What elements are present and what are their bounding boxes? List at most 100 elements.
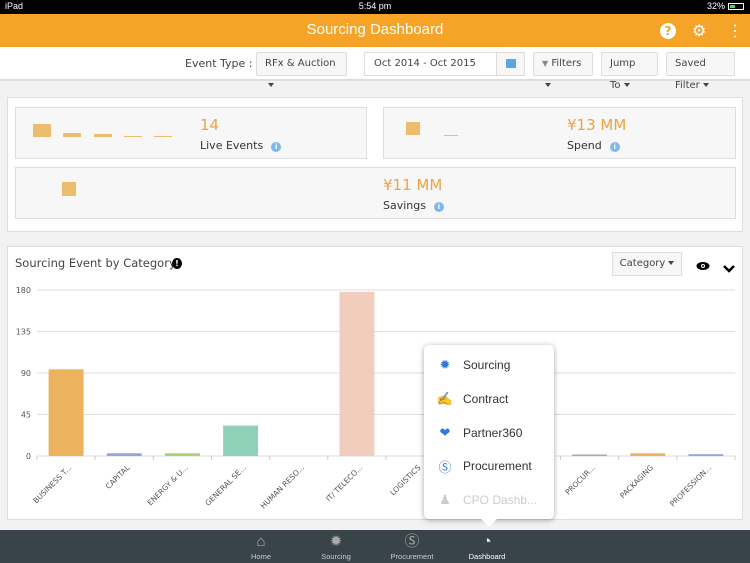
bar	[48, 369, 84, 456]
sun-icon: ✹	[329, 533, 343, 550]
bar	[630, 453, 666, 456]
bottom-tab-bar: ⌂ Home ✹ Sourcing Ⓢ Procurement ◔ Dashboard	[0, 530, 750, 563]
tab-label: Procurement	[390, 552, 434, 561]
popup-arrow	[481, 519, 497, 527]
filters-button[interactable]: ▼ Filters	[533, 52, 593, 87]
y-tick-label: 45	[21, 411, 31, 420]
kpi-panel: 14 Live Events i ¥13 MM Spend i ¥11 MM Sav…	[7, 97, 743, 232]
bar	[106, 453, 142, 456]
kpi-value: 14	[200, 116, 220, 134]
gauge-icon: ◔	[482, 533, 492, 550]
menu-item-contract[interactable]: ✍ Contract	[424, 382, 554, 416]
kpi-savings[interactable]: ¥11 MM Savings i	[15, 167, 736, 219]
kpi-label-row: Savings i	[383, 199, 444, 212]
kpi-label: Savings	[383, 199, 426, 212]
handshake-icon: ❤	[439, 425, 451, 440]
tab-dashboard[interactable]: ◔ Dashboard	[452, 530, 522, 563]
help-icon[interactable]: ?	[660, 23, 676, 39]
tab-home[interactable]: ⌂ Home	[226, 530, 296, 563]
x-tick-label: ENERGY & U...	[146, 463, 190, 507]
bar	[339, 291, 375, 456]
kpi-label-row: Spend i	[567, 139, 620, 152]
menu-item-label: Sourcing	[463, 358, 511, 372]
more-menu-icon[interactable]: ⋮	[727, 21, 743, 40]
tab-label: Home	[250, 552, 271, 561]
battery-status: 32%	[707, 1, 744, 11]
bar	[688, 454, 724, 456]
bar	[572, 454, 608, 456]
tab-procurement[interactable]: Ⓢ Procurement	[377, 530, 447, 563]
sparkline-bar	[62, 182, 76, 196]
calendar-icon[interactable]	[496, 53, 524, 75]
y-tick-label: 180	[16, 286, 31, 295]
date-range-input[interactable]: Oct 2014 - Oct 2015	[364, 52, 525, 76]
filter-bar: Event Type : RFx & Auction Oct 2014 - Oc…	[0, 47, 750, 91]
saved-filter-button[interactable]: Saved Filter	[666, 52, 735, 91]
menu-item-cpo-dashboard: ♟ CPO Dashb...	[424, 483, 554, 517]
currency-cycle-icon: Ⓢ	[404, 533, 420, 550]
kpi-spend[interactable]: ¥13 MM Spend i	[383, 107, 736, 159]
event-type-value: RFx & Auction	[265, 58, 336, 69]
page-title: Sourcing Dashboard	[306, 21, 444, 38]
menu-item-sourcing[interactable]: ✹ Sourcing	[424, 348, 554, 382]
category-label: Category	[619, 258, 666, 269]
currency-cycle-icon: Ⓢ	[438, 459, 452, 475]
kpi-live-events[interactable]: 14 Live Events i	[15, 107, 367, 159]
x-tick-label: HUMAN RESO...	[259, 463, 307, 511]
jump-to-button[interactable]: Jump To	[601, 52, 658, 91]
sparkline-bar	[94, 134, 112, 137]
category-dropdown[interactable]: Category	[612, 252, 682, 276]
x-tick-label: IT/ TELECO...	[324, 463, 364, 503]
app-switcher-popup: ✹ Sourcing ✍ Contract ❤ Partner360 Ⓢ Procure…	[424, 345, 554, 527]
home-icon: ⌂	[256, 533, 266, 550]
funnel-icon: ▼	[542, 59, 549, 68]
event-type-label: Event Type :	[185, 57, 253, 70]
x-tick-label: GENERAL SE...	[203, 463, 248, 508]
info-icon[interactable]: i	[271, 142, 282, 152]
menu-item-procurement[interactable]: Ⓢ Procurement	[424, 449, 554, 483]
tab-label: Sourcing	[321, 552, 351, 561]
gear-icon[interactable]: ⚙	[692, 21, 706, 40]
chart-title: Sourcing Event by Category	[15, 256, 176, 270]
app-bar: Sourcing Dashboard ? ⚙ ⋮	[0, 14, 750, 47]
org-chart-icon: ♟	[439, 492, 451, 507]
kpi-label-row: Live Events i	[200, 139, 282, 152]
x-tick-label: BUSINESS T...	[31, 463, 73, 505]
sparkline-bar	[154, 136, 172, 137]
info-icon[interactable]: i	[609, 142, 620, 152]
bar-chart: 0 45 90 135 180 BUSINESS T... CAPITAL ENERGY & …	[16, 286, 736, 511]
eye-icon[interactable]	[696, 256, 710, 270]
menu-item-label: Contract	[463, 392, 509, 406]
y-tick-label: 135	[16, 328, 31, 337]
battery-icon	[728, 2, 744, 10]
kpi-label: Live Events	[200, 139, 264, 152]
tab-sourcing[interactable]: ✹ Sourcing	[301, 530, 371, 563]
saved-filter-label: Saved Filter	[675, 58, 706, 91]
menu-item-label: CPO Dashb...	[463, 493, 538, 507]
menu-item-partner360[interactable]: ❤ Partner360	[424, 416, 554, 450]
menu-item-label: Partner360	[463, 426, 523, 440]
chevron-down-icon[interactable]	[723, 258, 735, 273]
caret-down-icon	[702, 83, 709, 87]
tab-label: Dashboard	[468, 552, 506, 561]
signature-icon: ✍	[436, 391, 454, 406]
x-tick-label: CAPITAL	[104, 462, 132, 490]
bar	[223, 425, 259, 456]
status-bar: iPad 5:54 pm 32%	[0, 0, 750, 14]
caret-down-icon	[623, 83, 630, 87]
sparkline-bar	[63, 133, 81, 137]
battery-percent: 32%	[706, 1, 725, 11]
sparkline-bar	[33, 124, 51, 137]
x-tick-label: LOGISTICS	[388, 463, 422, 497]
bar	[164, 453, 200, 456]
sparkline-bar	[124, 136, 142, 137]
caret-down-icon	[668, 261, 675, 265]
filters-label: Filters	[551, 58, 582, 69]
caret-down-icon	[268, 83, 274, 87]
date-range-value: Oct 2014 - Oct 2015	[374, 58, 476, 69]
info-icon[interactable]: i	[433, 202, 444, 212]
event-type-dropdown[interactable]: RFx & Auction	[256, 52, 347, 87]
sparkline-bar	[406, 122, 420, 135]
caret-down-icon	[545, 83, 551, 87]
alert-icon[interactable]: !	[172, 258, 182, 269]
